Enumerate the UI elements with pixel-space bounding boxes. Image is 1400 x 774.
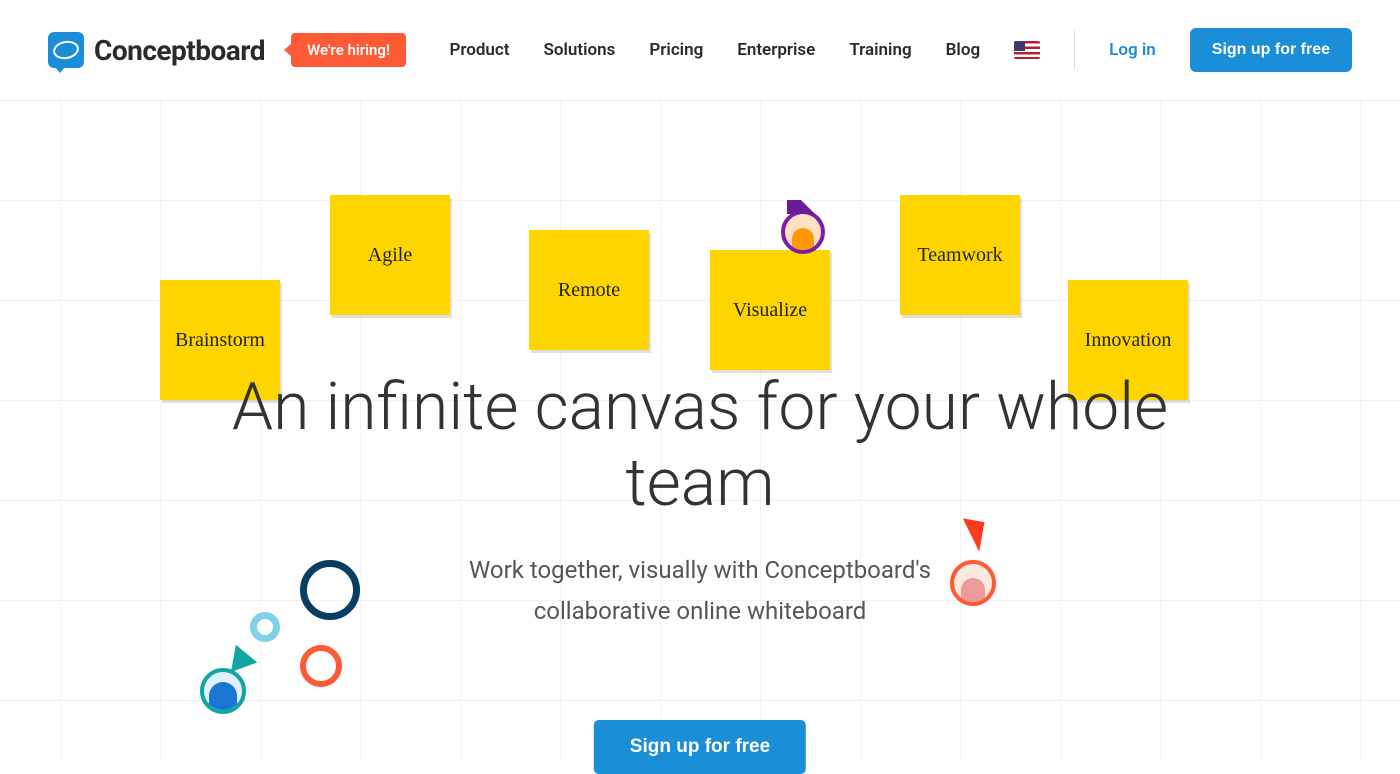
nav-divider (1074, 30, 1075, 70)
sticky-note-teamwork[interactable]: Teamwork (900, 195, 1020, 315)
collaborator-cursor-purple-icon (781, 200, 825, 254)
hero-headline: An infinite canvas for your whole team (150, 370, 1250, 522)
collaborator-cursor-teal-icon (223, 640, 258, 672)
sticky-note-agile[interactable]: Agile (330, 195, 450, 315)
login-link[interactable]: Log in (1109, 40, 1156, 60)
site-header: Conceptboard We're hiring! Product Solut… (0, 0, 1400, 100)
light-blue-ring-icon (250, 612, 280, 642)
logo-speech-bubble-icon (48, 32, 84, 68)
nav-training[interactable]: Training (849, 40, 911, 60)
nav-solutions[interactable]: Solutions (543, 40, 615, 60)
nav-product[interactable]: Product (449, 40, 509, 60)
nav-pricing[interactable]: Pricing (649, 40, 703, 60)
decorative-circles-group-icon (200, 550, 400, 730)
collaborator-cursor-orange-icon (958, 518, 985, 551)
hiring-badge[interactable]: We're hiring! (291, 33, 406, 67)
signup-button-hero[interactable]: Sign up for free (594, 720, 806, 774)
main-nav: Product Solutions Pricing Enterprise Tra… (449, 28, 1352, 72)
navy-ring-icon (300, 560, 360, 620)
sticky-note-remote[interactable]: Remote (529, 230, 649, 350)
nav-enterprise[interactable]: Enterprise (737, 40, 815, 60)
collaborator-avatar-teal-icon (200, 668, 246, 714)
brand-logo[interactable]: Conceptboard (48, 32, 265, 68)
hero-subhead: Work together, visually with Conceptboar… (400, 550, 1000, 632)
nav-blog[interactable]: Blog (946, 40, 981, 60)
sticky-note-visualize[interactable]: Visualize (710, 250, 830, 370)
locale-flag-icon[interactable] (1014, 41, 1040, 59)
hero-canvas: Brainstorm Agile Remote Visualize Teamwo… (0, 100, 1400, 760)
brand-name: Conceptboard (94, 34, 265, 67)
orange-ring-icon (300, 645, 342, 687)
signup-button-header[interactable]: Sign up for free (1190, 28, 1352, 72)
